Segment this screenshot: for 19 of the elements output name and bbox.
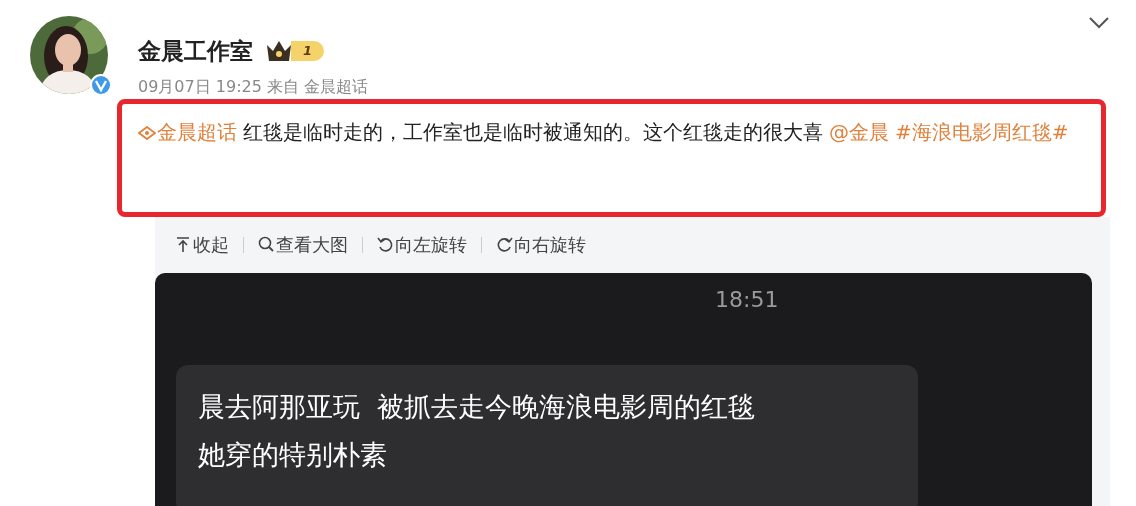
post-text: 金晨超话 红毯是临时走的，工作室也是临时被通知的。这个红毯走的很大喜 @金晨 #海浪电影周红毯# [138,111,1085,152]
message-line: 她穿的特别朴素 [198,437,388,472]
message-line: 晨去阿那亚玩 被抓去走今晚海浪电影周的红毯 [198,389,757,424]
crown-icon [265,39,293,64]
author-name[interactable]: 金晨工作室 [138,34,253,69]
toolbar-button[interactable]: 向左旋转 [377,231,467,258]
rotate-right-icon [496,236,513,253]
rotate-left-icon [377,236,394,253]
toolbar-button[interactable]: 收起 [175,231,229,258]
toolbar-button[interactable]: 向右旋转 [496,231,586,258]
chat-time: 18:51 [715,285,779,314]
search-icon [258,236,275,253]
topic-icon [138,126,156,140]
collapse-icon [175,236,192,253]
verified-icon [90,74,112,96]
expand-icon[interactable] [1088,16,1110,30]
post-meta: 09月07日 19:25 来自 金晨超话 [138,76,369,97]
level-badge: 1 [265,39,325,64]
toolbar-button[interactable]: 查看大图 [258,231,348,258]
